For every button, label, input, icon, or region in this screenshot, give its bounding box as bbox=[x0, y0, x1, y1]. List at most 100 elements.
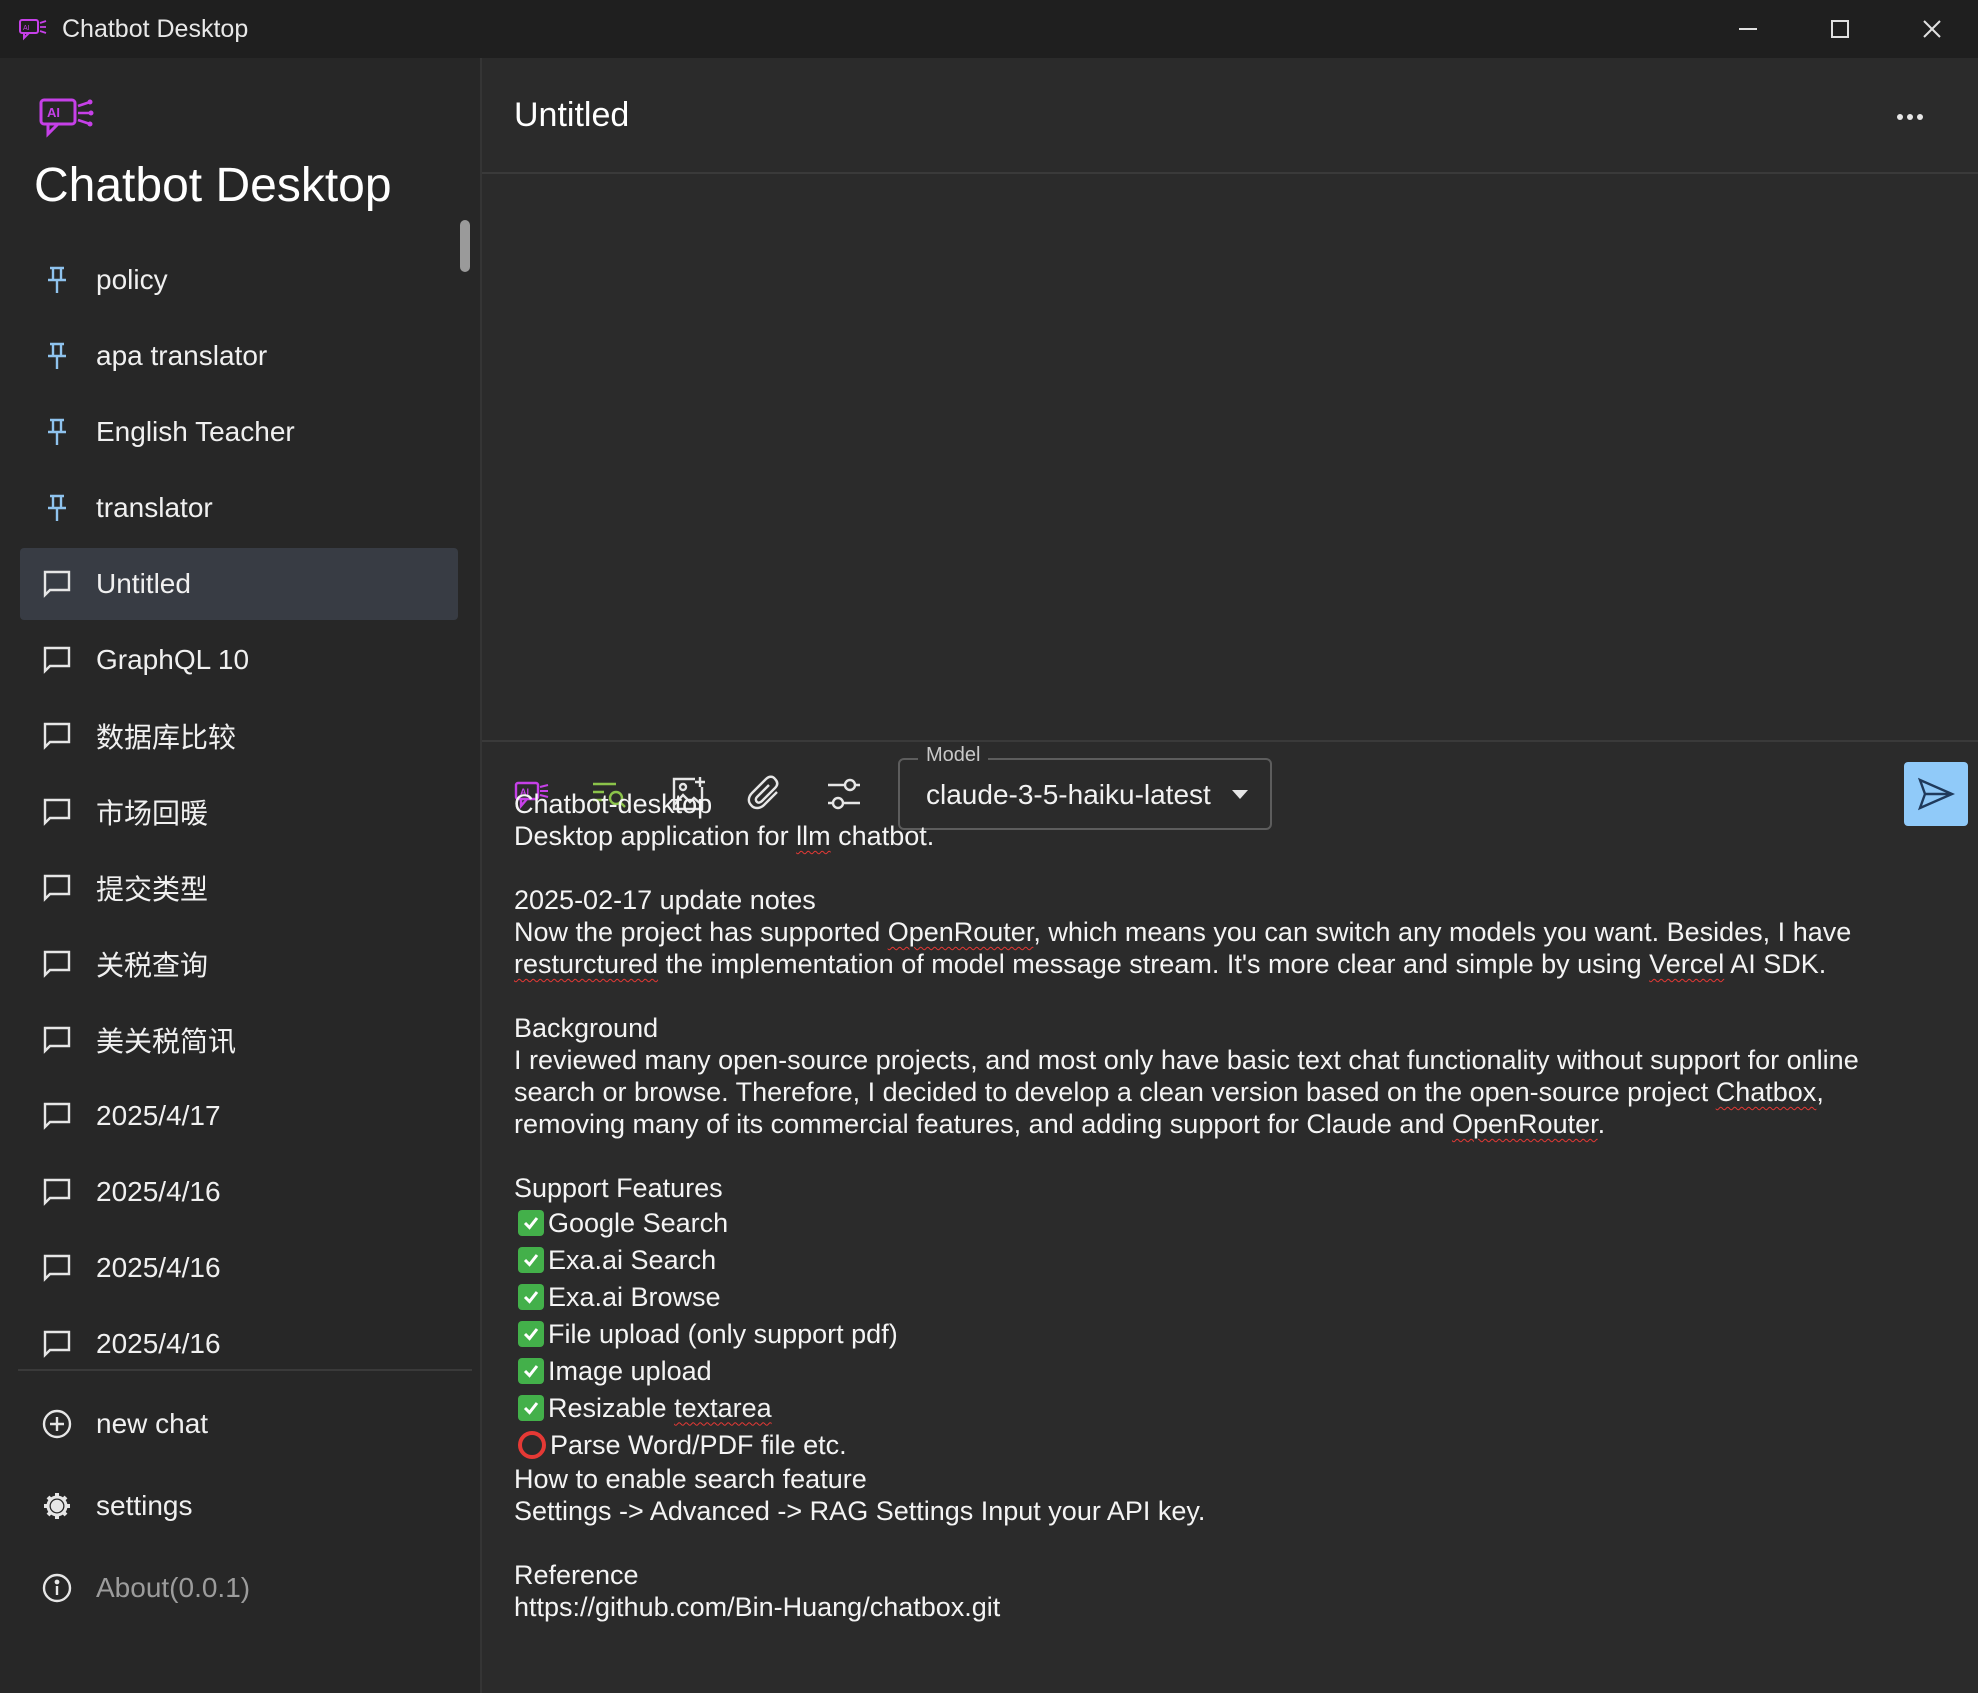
feature-label: Exa.ai Search bbox=[548, 1244, 717, 1275]
add-circle-icon bbox=[40, 1407, 74, 1441]
session-label: 2025/4/17 bbox=[96, 1100, 221, 1131]
session-item[interactable]: 市场回暖 bbox=[20, 776, 458, 848]
editor-line: Desktop application for llm chatbot. bbox=[514, 820, 1954, 852]
feature-item: Exa.ai Search bbox=[514, 1241, 1954, 1278]
model-select-label: Model bbox=[918, 744, 989, 767]
chatbot-ai-icon: AI bbox=[39, 98, 94, 138]
editor-heading: Background bbox=[514, 1013, 659, 1043]
check-mark-icon bbox=[518, 1209, 544, 1236]
window-titlebar: AI Chatbot Desktop bbox=[0, 0, 1978, 58]
feature-item: Image upload bbox=[514, 1352, 1954, 1389]
spellcheck-word: OpenRouter bbox=[887, 917, 1034, 947]
session-item[interactable]: 2025/4/16 bbox=[20, 1156, 458, 1228]
sidebar-divider bbox=[18, 1369, 472, 1371]
svg-text:AI: AI bbox=[47, 105, 60, 120]
check-mark-icon bbox=[518, 1283, 544, 1310]
pin-icon bbox=[40, 491, 74, 525]
session-item[interactable]: 美关税简讯 bbox=[20, 1004, 458, 1076]
brand-title: Chatbot Desktop bbox=[34, 159, 392, 212]
about-button[interactable]: About(0.0.1) bbox=[20, 1547, 458, 1629]
session-label: 市场回暖 bbox=[96, 798, 209, 829]
feature-label: Google Search bbox=[548, 1207, 729, 1238]
chat-bubble-icon bbox=[40, 871, 74, 905]
chat-bubble-icon bbox=[40, 1175, 74, 1209]
text-span: search or browse. Therefore, I decided t… bbox=[514, 1077, 1716, 1107]
main-panel: Untitled AI Model claude-3-5-haiku-lates… bbox=[482, 58, 1978, 1693]
text-span: removing many of its commercial features… bbox=[514, 1109, 1452, 1139]
session-item[interactable]: apa translator bbox=[20, 320, 458, 392]
feature-item: Resizable textarea bbox=[514, 1389, 1954, 1426]
minimize-button[interactable] bbox=[1702, 0, 1794, 58]
chat-bubble-icon bbox=[40, 1251, 74, 1285]
editor-heading: Reference bbox=[514, 1560, 639, 1590]
feature-item: File upload (only support pdf) bbox=[514, 1315, 1954, 1352]
composer-divider bbox=[482, 740, 1978, 742]
session-item[interactable]: English Teacher bbox=[20, 396, 458, 468]
pin-icon bbox=[40, 415, 74, 449]
session-label: policy bbox=[96, 264, 168, 295]
session-item[interactable]: 数据库比较 bbox=[20, 700, 458, 772]
maximize-button[interactable] bbox=[1794, 0, 1886, 58]
session-item-active[interactable]: Untitled bbox=[20, 548, 458, 620]
more-icon bbox=[1897, 114, 1903, 120]
spellcheck-word: Vercel bbox=[1649, 949, 1725, 979]
session-item[interactable]: 2025/4/17 bbox=[20, 1080, 458, 1152]
check-mark-icon bbox=[518, 1394, 544, 1421]
conversation-header: Untitled bbox=[482, 58, 1978, 174]
conversation-title: Untitled bbox=[514, 96, 630, 134]
feature-label: Exa.ai Browse bbox=[548, 1281, 721, 1312]
session-item[interactable]: 关税查询 bbox=[20, 928, 458, 1000]
feature-label: File upload (only support pdf) bbox=[548, 1318, 898, 1349]
chat-bubble-icon bbox=[40, 719, 74, 753]
session-item[interactable]: policy bbox=[20, 244, 458, 316]
more-options-button[interactable] bbox=[1892, 100, 1928, 134]
editor-line: removing many of its commercial features… bbox=[514, 1108, 1954, 1140]
settings-button[interactable]: settings bbox=[20, 1465, 458, 1547]
session-label: Untitled bbox=[96, 568, 191, 599]
session-item[interactable]: GraphQL 10 bbox=[20, 624, 458, 696]
close-button[interactable] bbox=[1886, 0, 1978, 58]
text-span: , bbox=[1816, 1077, 1824, 1107]
message-list bbox=[482, 174, 1978, 740]
feature-item: Exa.ai Browse bbox=[514, 1278, 1954, 1315]
chat-bubble-icon bbox=[40, 567, 74, 601]
sidebar-scrollbar[interactable] bbox=[460, 220, 470, 272]
info-icon bbox=[40, 1571, 74, 1605]
chatbot-ai-icon: AI bbox=[19, 19, 47, 41]
editor-heading: How to enable search feature bbox=[514, 1464, 867, 1494]
pin-icon bbox=[40, 339, 74, 373]
text-span: . bbox=[1597, 1109, 1606, 1139]
session-label: 提交类型 bbox=[96, 874, 209, 905]
session-item[interactable]: translator bbox=[20, 472, 458, 544]
check-mark-icon bbox=[518, 1320, 544, 1347]
close-icon bbox=[1923, 20, 1941, 38]
reference-url: https://github.com/Bin-Huang/chatbox.git bbox=[514, 1592, 1001, 1622]
session-label: translator bbox=[96, 492, 213, 523]
text-span: Desktop application for bbox=[514, 821, 797, 851]
window-controls bbox=[1702, 0, 1978, 58]
text-span: Resizable bbox=[548, 1392, 675, 1423]
spellcheck-word: llm bbox=[796, 821, 831, 851]
spellcheck-word: textarea bbox=[674, 1392, 772, 1423]
chat-bubble-icon bbox=[40, 1327, 74, 1361]
session-label: apa translator bbox=[96, 340, 268, 371]
svg-text:AI: AI bbox=[23, 25, 30, 32]
chat-bubble-icon bbox=[40, 643, 74, 677]
chat-bubble-icon bbox=[40, 1023, 74, 1057]
editor-heading: Support Features bbox=[514, 1173, 723, 1203]
settings-label: settings bbox=[96, 1490, 193, 1521]
text-span: , which means you can switch any models … bbox=[1033, 917, 1852, 947]
editor-line: I reviewed many open-source projects, an… bbox=[514, 1045, 1859, 1075]
more-icon bbox=[1907, 114, 1913, 120]
editor-heading: 2025-02-17 update notes bbox=[514, 885, 816, 915]
session-label: 数据库比较 bbox=[96, 722, 237, 753]
session-item[interactable]: 提交类型 bbox=[20, 852, 458, 924]
session-item[interactable]: 2025/4/16 bbox=[20, 1232, 458, 1304]
check-mark-icon bbox=[518, 1357, 544, 1384]
new-chat-label: new chat bbox=[96, 1408, 209, 1439]
maximize-icon bbox=[1831, 20, 1849, 38]
message-input-textarea[interactable]: Chatbot-desktop Desktop application for … bbox=[514, 788, 1954, 1623]
new-chat-button[interactable]: new chat bbox=[20, 1383, 458, 1465]
